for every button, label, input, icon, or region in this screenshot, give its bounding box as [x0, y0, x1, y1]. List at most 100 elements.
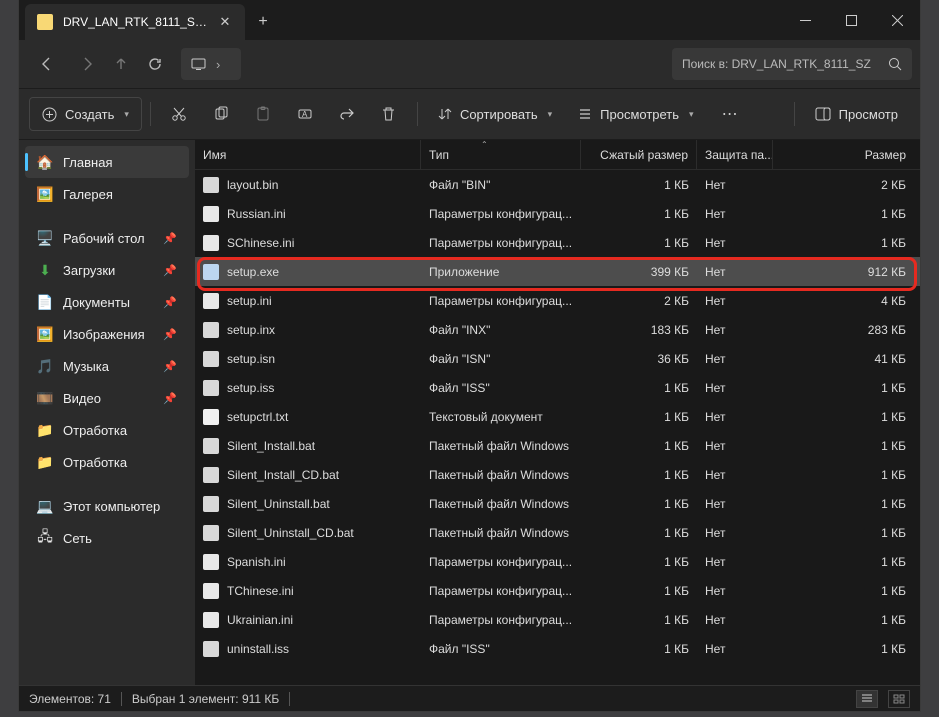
file-protection: Нет [697, 431, 773, 460]
file-size: 1 КБ [773, 373, 920, 402]
more-button[interactable]: ⋯ [708, 97, 752, 131]
sidebar-item-pictures[interactable]: 🖼️Изображения📌 [25, 318, 189, 350]
details-view-button[interactable] [856, 690, 878, 708]
sidebar-item-home[interactable]: 🏠Главная [25, 146, 189, 178]
file-name: Silent_Install_CD.bat [227, 468, 339, 482]
share-button[interactable] [327, 97, 367, 131]
sidebar-label: Музыка [63, 359, 109, 374]
file-protection: Нет [697, 344, 773, 373]
column-name[interactable]: Имя [195, 140, 421, 169]
pin-icon: 📌 [163, 232, 177, 245]
file-protection: Нет [697, 460, 773, 489]
sidebar-item-custom1[interactable]: 📁Отработка [25, 414, 189, 446]
refresh-button[interactable] [135, 48, 175, 80]
file-row[interactable]: SChinese.iniПараметры конфигурац...1 КБН… [195, 228, 920, 257]
file-compressed: 1 КБ [581, 460, 697, 489]
file-row[interactable]: setup.exeПриложение399 КБНет912 КБ [195, 257, 920, 286]
file-row[interactable]: setup.issФайл "ISS"1 КБНет1 КБ [195, 373, 920, 402]
sidebar-item-desktop[interactable]: 🖥️Рабочий стол📌 [25, 222, 189, 254]
file-type: Параметры конфигурац... [421, 228, 581, 257]
delete-button[interactable] [369, 97, 409, 131]
svg-text:A: A [302, 110, 308, 119]
back-button[interactable] [27, 48, 67, 80]
file-row[interactable]: Silent_Uninstall_CD.batПакетный файл Win… [195, 518, 920, 547]
sidebar-item-gallery[interactable]: 🖼️Галерея [25, 178, 189, 210]
tiles-view-button[interactable] [888, 690, 910, 708]
file-row[interactable]: layout.binФайл "BIN"1 КБНет2 КБ [195, 170, 920, 199]
file-compressed: 1 КБ [581, 576, 697, 605]
file-icon [203, 438, 219, 454]
sidebar-label: Видео [63, 391, 101, 406]
sidebar-item-downloads[interactable]: ⬇Загрузки📌 [25, 254, 189, 286]
file-size: 1 КБ [773, 634, 920, 663]
separator [289, 692, 290, 706]
column-header: ⌃ Имя Тип Сжатый размер Защита па... Раз… [195, 140, 920, 170]
maximize-button[interactable] [828, 0, 874, 40]
sidebar-item-documents[interactable]: 📄Документы📌 [25, 286, 189, 318]
close-tab-icon[interactable]: ✕ [217, 14, 233, 30]
file-type: Текстовый документ [421, 402, 581, 431]
close-button[interactable] [874, 0, 920, 40]
file-row[interactable]: Russian.iniПараметры конфигурац...1 КБНе… [195, 199, 920, 228]
new-tab-button[interactable]: + [245, 4, 281, 40]
column-compressed[interactable]: Сжатый размер [581, 140, 697, 169]
file-row[interactable]: Ukrainian.iniПараметры конфигурац...1 КБ… [195, 605, 920, 634]
cut-button[interactable] [159, 97, 199, 131]
new-button[interactable]: Создать ▾ [29, 97, 142, 131]
view-label: Просмотреть [600, 107, 679, 122]
rename-button[interactable]: A [285, 97, 325, 131]
file-protection: Нет [697, 373, 773, 402]
status-count: Элементов: 71 [29, 692, 111, 706]
file-row[interactable]: setup.isnФайл "ISN"36 КБНет41 КБ [195, 344, 920, 373]
file-row[interactable]: TChinese.iniПараметры конфигурац...1 КБН… [195, 576, 920, 605]
search-box[interactable]: Поиск в: DRV_LAN_RTK_8111_SZ [672, 48, 912, 80]
file-row[interactable]: Silent_Install_CD.batПакетный файл Windo… [195, 460, 920, 489]
sidebar-item-custom2[interactable]: 📁Отработка [25, 446, 189, 478]
sidebar-item-thispc[interactable]: 💻Этот компьютер [25, 490, 189, 522]
video-icon: 🎞️ [37, 390, 53, 406]
minimize-button[interactable] [782, 0, 828, 40]
sidebar-item-music[interactable]: 🎵Музыка📌 [25, 350, 189, 382]
chevron-down-icon: ▾ [548, 109, 553, 120]
file-compressed: 183 КБ [581, 315, 697, 344]
view-button[interactable]: Просмотреть ▾ [566, 97, 705, 131]
sidebar-label: Главная [63, 155, 112, 170]
file-protection: Нет [697, 547, 773, 576]
copy-button[interactable] [201, 97, 241, 131]
sidebar-item-video[interactable]: 🎞️Видео📌 [25, 382, 189, 414]
file-compressed: 1 КБ [581, 605, 697, 634]
file-row[interactable]: setup.inxФайл "INX"183 КБНет283 КБ [195, 315, 920, 344]
file-compressed: 1 КБ [581, 634, 697, 663]
address-bar[interactable]: › [181, 48, 241, 80]
preview-pane-button[interactable]: Просмотр [803, 97, 910, 131]
titlebar-drag[interactable] [281, 0, 782, 40]
separator [121, 692, 122, 706]
column-size[interactable]: Размер [773, 140, 920, 169]
sidebar-label: Изображения [63, 327, 145, 342]
file-size: 1 КБ [773, 605, 920, 634]
file-row[interactable]: uninstall.issФайл "ISS"1 КБНет1 КБ [195, 634, 920, 663]
sort-button[interactable]: Сортировать ▾ [426, 97, 564, 131]
forward-button[interactable] [67, 48, 107, 80]
file-type: Файл "ISN" [421, 344, 581, 373]
tab-current[interactable]: DRV_LAN_RTK_8111_SZ-TSD_W ✕ [25, 4, 245, 40]
sidebar-label: Сеть [63, 531, 92, 546]
file-row[interactable]: Silent_Uninstall.batПакетный файл Window… [195, 489, 920, 518]
column-protection[interactable]: Защита па... [697, 140, 773, 169]
column-type[interactable]: Тип [421, 140, 581, 169]
file-row[interactable]: setupctrl.txtТекстовый документ1 КБНет1 … [195, 402, 920, 431]
file-compressed: 1 КБ [581, 199, 697, 228]
sidebar-item-network[interactable]: 🖧Сеть [25, 522, 189, 554]
file-size: 912 КБ [773, 257, 920, 286]
file-protection: Нет [697, 170, 773, 199]
chevron-right-icon: › [216, 57, 220, 72]
up-button[interactable] [107, 48, 135, 80]
file-row[interactable]: setup.iniПараметры конфигурац...2 КБНет4… [195, 286, 920, 315]
file-protection: Нет [697, 576, 773, 605]
preview-label: Просмотр [839, 107, 898, 122]
file-size: 1 КБ [773, 431, 920, 460]
file-row[interactable]: Spanish.iniПараметры конфигурац...1 КБНе… [195, 547, 920, 576]
file-row[interactable]: Silent_Install.batПакетный файл Windows1… [195, 431, 920, 460]
gallery-icon: 🖼️ [37, 186, 53, 202]
paste-button[interactable] [243, 97, 283, 131]
